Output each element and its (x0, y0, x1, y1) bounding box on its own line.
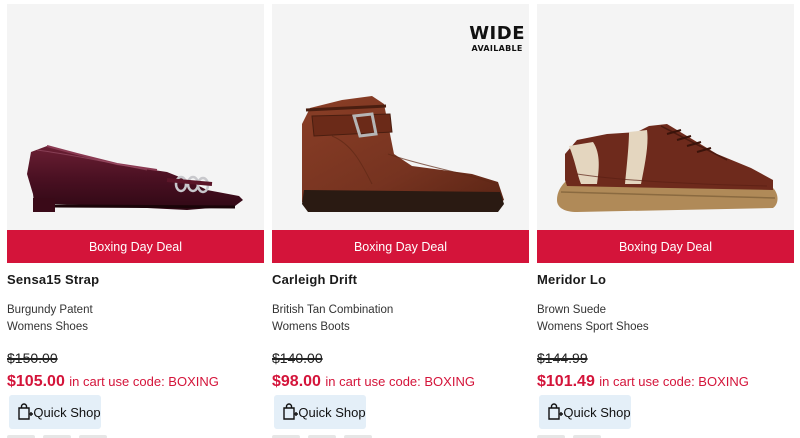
product-color: Brown Suede (537, 304, 607, 316)
shopping-bag-plus-icon (548, 403, 563, 420)
product-category: Womens Boots (272, 321, 350, 333)
deal-banner: Boxing Day Deal (7, 230, 264, 263)
promo-code-text: in cart use code: BOXING (325, 374, 475, 389)
shopping-bag-plus-icon (18, 403, 33, 420)
product-card[interactable]: Boxing Day Deal Sensa15 Strap Burgundy P… (7, 4, 264, 438)
sale-line: $105.00 in cart use code: BOXING (7, 373, 219, 391)
deal-banner: Boxing Day Deal (272, 230, 529, 263)
wide-available-badge: WIDE AVAILABLE (469, 25, 525, 53)
sale-line: $98.00 in cart use code: BOXING (272, 373, 475, 391)
quick-shop-button[interactable]: Quick Shop (9, 395, 101, 429)
product-image[interactable] (7, 4, 264, 230)
brown-suede-sneaker-icon (557, 124, 778, 212)
shopping-bag-plus-icon (283, 403, 298, 420)
burgundy-patent-flat-icon (27, 145, 243, 212)
quick-shop-label: Quick Shop (33, 404, 101, 420)
product-card[interactable]: Boxing Day Deal Meridor Lo Brown Suede W… (537, 4, 794, 438)
product-name[interactable]: Carleigh Drift (272, 272, 357, 287)
deal-banner: Boxing Day Deal (537, 230, 794, 263)
product-category: Womens Shoes (7, 321, 88, 333)
sale-price: $101.49 (537, 373, 595, 390)
product-image[interactable] (537, 4, 794, 230)
quick-shop-button[interactable]: Quick Shop (274, 395, 366, 429)
original-price: $150.00 (7, 350, 58, 366)
product-image[interactable]: WIDE AVAILABLE (272, 4, 529, 230)
quick-shop-label: Quick Shop (563, 404, 631, 420)
product-grid: Boxing Day Deal Sensa15 Strap Burgundy P… (7, 4, 797, 438)
promo-code-text: in cart use code: BOXING (599, 374, 749, 389)
product-card[interactable]: WIDE AVAILABLE Boxing Day Deal Carleigh … (272, 4, 529, 438)
original-price: $140.00 (272, 350, 323, 366)
product-color: British Tan Combination (272, 304, 394, 316)
badge-line1: WIDE (469, 23, 525, 44)
sale-price: $98.00 (272, 373, 321, 390)
product-name[interactable]: Sensa15 Strap (7, 272, 99, 287)
sale-price: $105.00 (7, 373, 65, 390)
product-color: Burgundy Patent (7, 304, 93, 316)
original-price: $144.99 (537, 350, 588, 366)
badge-line2: AVAILABLE (471, 44, 523, 53)
quick-shop-label: Quick Shop (298, 404, 366, 420)
promo-code-text: in cart use code: BOXING (69, 374, 219, 389)
product-name[interactable]: Meridor Lo (537, 272, 606, 287)
product-category: Womens Sport Shoes (537, 321, 649, 333)
quick-shop-button[interactable]: Quick Shop (539, 395, 631, 429)
sale-line: $101.49 in cart use code: BOXING (537, 373, 749, 391)
